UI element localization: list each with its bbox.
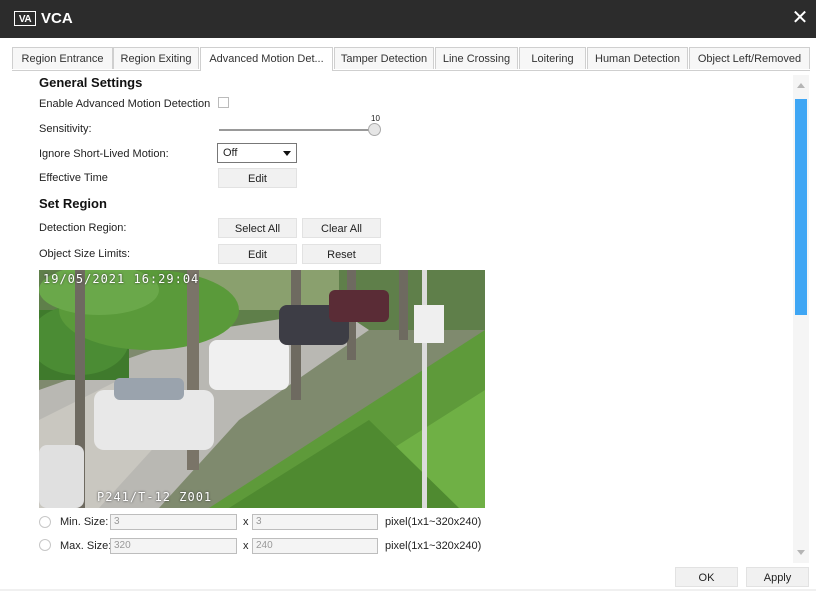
tab-bar: Region Entrance Region Exiting Advanced …	[12, 47, 810, 71]
set-region-title: Set Region	[39, 196, 107, 211]
enable-amd-label: Enable Advanced Motion Detection	[39, 98, 211, 110]
sensitivity-slider-handle[interactable]	[368, 123, 381, 136]
ignore-short-lived-value: Off	[223, 147, 238, 159]
tab-loitering[interactable]: Loitering	[519, 47, 586, 69]
ignore-short-lived-label: Ignore Short-Lived Motion:	[39, 148, 169, 160]
min-size-radio[interactable]	[39, 516, 51, 528]
object-size-edit-button[interactable]: Edit	[218, 244, 297, 264]
clear-all-button[interactable]: Clear All	[302, 218, 381, 238]
max-times-label: x	[243, 540, 249, 552]
min-width-input[interactable]: 3	[110, 514, 237, 530]
window-title: VCA	[41, 10, 73, 27]
sensitivity-label: Sensitivity:	[39, 123, 92, 135]
object-size-limits-label: Object Size Limits:	[39, 248, 131, 260]
title-bar: VA VCA ✕	[0, 0, 816, 38]
detection-region-label: Detection Region:	[39, 222, 127, 234]
min-size-label: Min. Size:	[60, 516, 109, 528]
tab-region-exiting[interactable]: Region Exiting	[113, 47, 199, 69]
apply-button[interactable]: Apply	[746, 567, 809, 587]
general-settings-title: General Settings	[39, 75, 143, 90]
min-range-hint: pixel(1x1~320x240)	[385, 516, 482, 528]
sensitivity-value: 10	[371, 114, 380, 123]
min-times-label: x	[243, 516, 249, 528]
max-height-input[interactable]: 240	[252, 538, 378, 554]
tab-object-left-removed[interactable]: Object Left/Removed	[689, 47, 810, 69]
min-height-input[interactable]: 3	[252, 514, 378, 530]
effective-time-label: Effective Time	[39, 172, 108, 184]
max-width-input[interactable]: 320	[110, 538, 237, 554]
camera-preview[interactable]: 19/05/2021 16:29:04 P241/T-12 Z001	[39, 270, 485, 508]
select-all-button[interactable]: Select All	[218, 218, 297, 238]
ignore-short-lived-select[interactable]: Off	[217, 143, 297, 163]
object-size-reset-button[interactable]: Reset	[302, 244, 381, 264]
camera-scene-image	[39, 270, 485, 508]
scroll-up-icon[interactable]	[797, 83, 805, 88]
tab-line-crossing[interactable]: Line Crossing	[435, 47, 518, 69]
enable-amd-checkbox[interactable]	[218, 97, 229, 108]
preview-camera-label: P241/T-12 Z001	[97, 490, 213, 504]
preview-timestamp: 19/05/2021 16:29:04	[43, 272, 200, 286]
vca-logo-icon: VA	[14, 11, 36, 26]
tab-tamper-detection[interactable]: Tamper Detection	[334, 47, 434, 69]
max-range-hint: pixel(1x1~320x240)	[385, 540, 482, 552]
max-size-label: Max. Size:	[60, 540, 112, 552]
scrollbar-thumb[interactable]	[795, 99, 807, 315]
sensitivity-slider-track[interactable]	[219, 129, 374, 131]
scroll-down-icon[interactable]	[797, 550, 805, 555]
tab-advanced-motion-detection[interactable]: Advanced Motion Det...	[200, 47, 333, 71]
dropdown-arrow-icon	[283, 151, 291, 156]
tab-human-detection[interactable]: Human Detection	[587, 47, 688, 69]
ok-button[interactable]: OK	[675, 567, 738, 587]
max-size-radio[interactable]	[39, 539, 51, 551]
tab-region-entrance[interactable]: Region Entrance	[12, 47, 113, 69]
effective-time-edit-button[interactable]: Edit	[218, 168, 297, 188]
close-icon[interactable]: ✕	[790, 7, 810, 29]
vertical-scrollbar[interactable]	[793, 75, 809, 563]
